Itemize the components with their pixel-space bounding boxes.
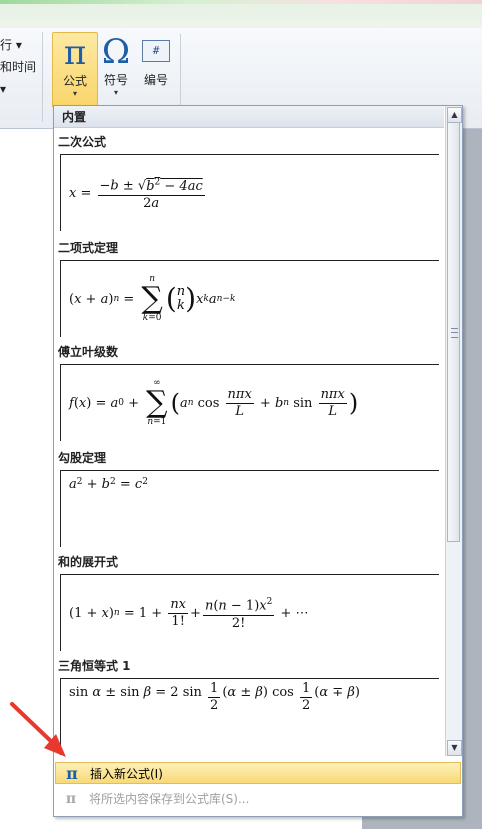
equation-formula: (1 + x) n = 1 + nx 1! + n(n − 1)x2 2! + ⋯ [69,575,309,651]
scroll-up-button[interactable]: ▲ [447,107,462,123]
save-to-gallery-icon: π [65,791,77,807]
equation-formula: (x + a) n = n ∑ k=0 (n k) x k a n−k [69,274,236,323]
save-selection-to-gallery-label: 将所选内容保存到公式库(S)... [89,792,250,806]
equation-button[interactable]: π 公式 ▾ [52,32,98,108]
ribbon-left-item-1[interactable]: 行 ▾ [0,34,36,56]
equation-formula: x = −b ± √b2 − 4ac 2a [69,155,207,231]
equation-name: 勾股定理 [58,451,107,465]
numbering-icon: # [142,40,170,62]
insert-new-equation-item[interactable]: π 插入新公式(I) [55,762,461,784]
insert-new-equation-label: 插入新公式(I) [90,767,163,781]
scroll-down-button[interactable]: ▼ [447,740,462,756]
title-bar [0,0,482,28]
numbering-button[interactable]: # 编号 [134,32,178,104]
equation-preview: x = −b ± √b2 − 4ac 2a [60,154,439,231]
equation-name: 三角恒等式 1 [58,659,131,673]
equation-name: 傅立叶级数 [58,345,119,359]
numbering-button-label: 编号 [143,73,168,87]
grip-icon [451,328,458,338]
pi-icon: π [66,764,78,783]
ribbon-left-item-2[interactable]: 和时间 [0,56,36,78]
equation-gallery-dropdown: 内置 二次公式 x = −b ± √b2 − 4ac 2a 二项式定理 (x + … [53,105,463,817]
equation-name: 二项式定理 [58,241,119,255]
equation-formula: sin α ± sin β = 2 sin 1 2(α ± β) cos 1 2(α… [69,681,360,713]
save-selection-to-gallery-item[interactable]: π 将所选内容保存到公式库(S)... [55,788,461,810]
ribbon-separator [42,32,43,122]
gallery-header: 内置 [54,106,444,128]
equation-preview: f(x) = a0 + ∞ ∑ n=1 (a n cos nπx L + bn sin … [60,364,439,441]
equation-preview: (1 + x) n = 1 + nx 1! + n(n − 1)x2 2! + ⋯ [60,574,439,651]
equation-name: 二次公式 [58,135,107,149]
ribbon-left-group: 行 ▾ 和时间 ▾ [0,34,36,100]
scrollbar-thumb[interactable] [447,122,460,542]
equation-name: 和的展开式 [58,555,119,569]
chevron-down-icon: ▾ [113,88,118,97]
symbol-button[interactable]: Ω 符号 ▾ [94,32,138,104]
ribbon-left-item-3[interactable]: ▾ [0,78,36,100]
equation-preview: a2 + b2 = c2 [60,470,439,547]
equation-formula: a2 + b2 = c2 [69,477,148,492]
pi-icon: π [63,33,87,73]
chevron-down-icon: ▾ [72,89,77,98]
equation-preview: sin α ± sin β = 2 sin 1 2(α ± β) cos 1 2(α… [60,678,439,755]
symbol-button-label: 符号 [103,73,128,87]
gallery-scrollbar[interactable]: ▲ ▼ [445,106,462,756]
equation-button-label: 公式 [62,74,87,88]
equation-formula: f(x) = a0 + ∞ ∑ n=1 (a n cos nπx L + bn sin … [69,378,359,427]
equation-preview: (x + a) n = n ∑ k=0 (n k) x k a n−k [60,260,439,337]
equation-gallery: 内置 二次公式 x = −b ± √b2 − 4ac 2a 二项式定理 (x + … [54,106,444,756]
omega-icon: Ω [101,32,131,72]
